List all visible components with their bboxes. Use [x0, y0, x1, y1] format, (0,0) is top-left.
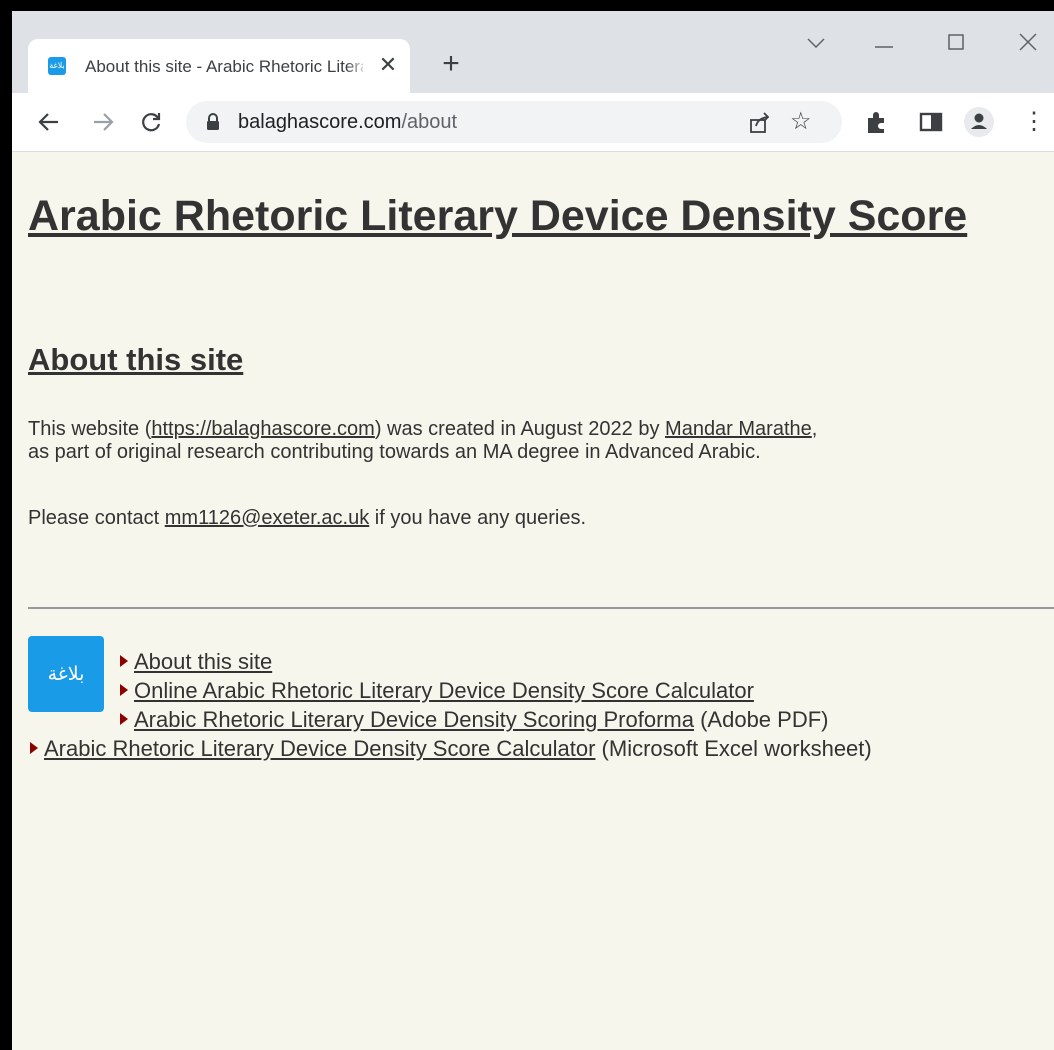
back-icon[interactable]: [34, 107, 64, 137]
minimize-icon[interactable]: [864, 27, 904, 57]
bullet-triangle-icon: [120, 655, 128, 667]
new-tab-icon[interactable]: +: [436, 49, 466, 79]
tab-title-fade: [346, 53, 368, 81]
nav-item-excel-calculator: Arabic Rhetoric Literary Device Density …: [30, 736, 872, 762]
reload-icon[interactable]: [136, 107, 166, 137]
share-icon[interactable]: [748, 111, 772, 135]
site-favicon: بلاغة: [48, 57, 66, 75]
tab-about[interactable]: بلاغة About this site - Arabic Rhetoric …: [28, 39, 410, 93]
site-logo[interactable]: بلاغة: [28, 636, 104, 712]
address-bar[interactable]: balaghascore.com/about ☆: [186, 101, 842, 143]
author-link[interactable]: Mandar Marathe: [665, 418, 812, 440]
nav-link-about[interactable]: About this site: [134, 649, 272, 674]
footer-divider: [28, 607, 1054, 609]
tab-title: About this site - Arabic Rhetoric Litera…: [85, 57, 363, 76]
page-title-link[interactable]: Arabic Rhetoric Literary Device Density …: [28, 192, 967, 240]
forward-icon[interactable]: [88, 107, 118, 137]
email-link[interactable]: mm1126@exeter.ac.uk: [165, 507, 369, 529]
bullet-triangle-icon: [120, 713, 128, 725]
browser-window: بلاغة About this site - Arabic Rhetoric …: [0, 0, 1054, 1050]
person-icon: [971, 113, 987, 129]
intro-text-2: ) was created in August 2022 by: [374, 418, 666, 440]
page-content: Arabic Rhetoric Literary Device Density …: [12, 152, 1054, 1050]
maximize-icon[interactable]: [936, 27, 976, 57]
contact-text-1: Please contact: [28, 507, 165, 529]
side-panel-icon[interactable]: [916, 107, 946, 137]
url-host: balaghascore.com: [238, 111, 402, 133]
nav-proforma-suffix: (Adobe PDF): [693, 707, 829, 732]
contact-paragraph: Please contact mm1126@exeter.ac.uk if yo…: [28, 507, 1052, 530]
window-close-icon[interactable]: [1008, 27, 1048, 57]
nav-item-proforma: Arabic Rhetoric Literary Device Density …: [120, 707, 828, 733]
intro-paragraph: This website (https://balaghascore.com) …: [28, 418, 1052, 464]
extensions-puzzle-icon[interactable]: [862, 107, 892, 137]
nav-item-online-calculator: Online Arabic Rhetoric Literary Device D…: [120, 678, 754, 704]
bookmark-star-icon[interactable]: ☆: [790, 107, 812, 137]
nav-link-online-calculator[interactable]: Online Arabic Rhetoric Literary Device D…: [134, 678, 754, 703]
bullet-triangle-icon: [30, 742, 38, 754]
section-heading: About this site: [28, 340, 243, 380]
lock-icon: [207, 113, 219, 130]
contact-text-2: if you have any queries.: [369, 507, 587, 529]
intro-text-3: ,: [811, 418, 818, 440]
tab-search-chevron-icon[interactable]: [796, 27, 836, 57]
nav-link-excel-calculator[interactable]: Arabic Rhetoric Literary Device Density …: [44, 736, 595, 761]
page-title: Arabic Rhetoric Literary Device Density …: [28, 190, 1028, 242]
nav-item-about: About this site: [120, 649, 272, 675]
url-path: /about: [401, 111, 458, 133]
nav-excel-suffix: (Microsoft Excel worksheet): [595, 736, 872, 761]
more-menu-icon[interactable]: ⋮: [1022, 107, 1046, 137]
section-heading-link[interactable]: About this site: [28, 342, 243, 377]
bullet-triangle-icon: [120, 684, 128, 696]
tab-strip: بلاغة About this site - Arabic Rhetoric …: [12, 11, 1054, 93]
site-url-link[interactable]: https://balaghascore.com: [151, 418, 374, 440]
profile-avatar[interactable]: [964, 107, 994, 137]
nav-link-proforma[interactable]: Arabic Rhetoric Literary Device Density …: [134, 707, 694, 732]
browser-toolbar: balaghascore.com/about ☆ ⋮: [12, 93, 1054, 152]
intro-text-line2: as part of original research contributin…: [28, 441, 761, 463]
tab-close-icon[interactable]: ✕: [374, 51, 402, 79]
url-text: balaghascore.com/about: [238, 111, 457, 133]
intro-text-1: This website (: [28, 418, 152, 440]
